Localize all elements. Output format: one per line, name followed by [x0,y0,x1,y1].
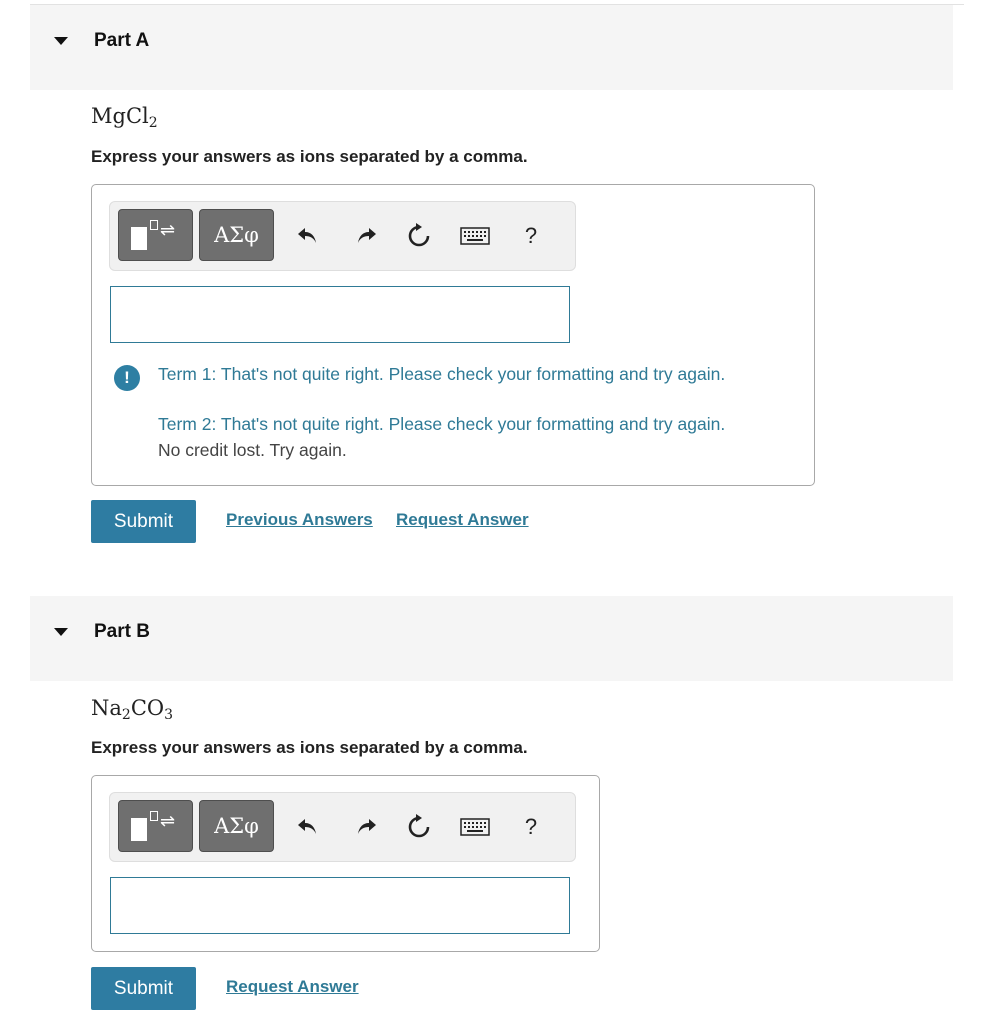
greek-symbols-button[interactable]: ΑΣφ [199,800,274,852]
part-a-previous-answers-link[interactable]: Previous Answers [226,510,373,530]
part-a-title: Part A [94,30,150,51]
part-b-submit-button[interactable]: Submit [91,967,196,1010]
feedback-no-credit: No credit lost. Try again. [158,440,347,460]
part-a-header[interactable]: Part A [30,5,953,90]
part-b-answer-box: ⇌ ΑΣφ ? [91,775,600,952]
help-icon[interactable]: ? [514,810,548,844]
math-toolbar: ⇌ ΑΣφ ? [109,792,576,862]
undo-icon[interactable] [291,219,325,253]
undo-icon[interactable] [291,810,325,844]
part-a-submit-button[interactable]: Submit [91,500,196,543]
part-a-answer-input[interactable] [110,286,570,343]
feedback-term-1: Term 1: That's not quite right. Please c… [158,364,726,384]
part-a-formula: MgCl2 [91,104,158,131]
caret-down-icon[interactable] [54,37,68,45]
greek-symbols-button[interactable]: ΑΣφ [199,209,274,261]
part-b-title: Part B [94,621,150,642]
part-b-header[interactable]: Part B [30,596,953,681]
reset-icon[interactable] [402,810,436,844]
caret-down-icon[interactable] [54,628,68,636]
alert-icon: ! [114,365,140,391]
feedback-term-2: Term 2: That's not quite right. Please c… [158,414,726,434]
part-a-answer-box: ⇌ ΑΣφ ? ! Term 1: That's not quite right… [91,184,815,486]
part-b-answer-input[interactable] [110,877,570,934]
template-button[interactable]: ⇌ [118,209,193,261]
help-icon[interactable]: ? [514,219,548,253]
part-a-request-answer-link[interactable]: Request Answer [396,510,529,530]
keyboard-icon[interactable] [458,219,492,253]
keyboard-icon[interactable] [458,810,492,844]
redo-icon[interactable] [349,219,383,253]
reset-icon[interactable] [402,219,436,253]
part-b-formula: Na2CO3 [91,696,174,723]
redo-icon[interactable] [349,810,383,844]
part-b-instruction: Express your answers as ions separated b… [91,738,528,757]
template-button[interactable]: ⇌ [118,800,193,852]
part-b-request-answer-link[interactable]: Request Answer [226,977,359,997]
math-toolbar: ⇌ ΑΣφ ? [109,201,576,271]
part-a-instruction: Express your answers as ions separated b… [91,147,528,166]
